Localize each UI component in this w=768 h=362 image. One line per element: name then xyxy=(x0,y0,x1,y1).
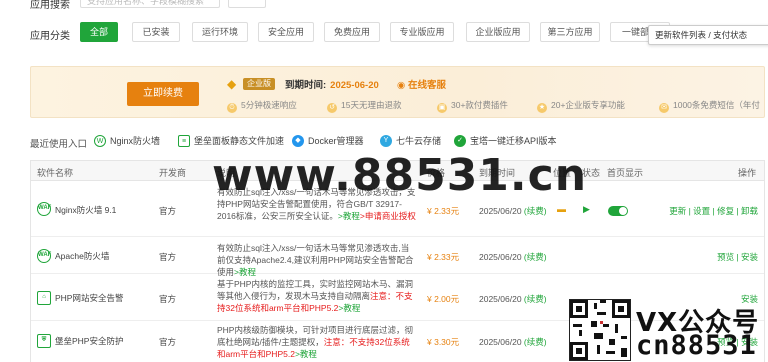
qr-code-graphic xyxy=(570,300,630,360)
clock-icon: ⏱ xyxy=(227,103,237,113)
recent-entries: 最近使用入口 W Nginx防火墙 ≡ 堡垒面板静态文件加速 ◆ Docker管理器 … xyxy=(30,132,765,150)
perk-item: ⏱ 5分钟极速响应 xyxy=(227,99,297,113)
search-label: 应用搜索 xyxy=(30,0,70,11)
search-input[interactable]: 支持应用名称、字段模糊搜索 xyxy=(80,0,220,8)
house-alert-icon: ⌂ xyxy=(37,291,51,305)
headset-icon: ◉ xyxy=(397,80,408,91)
update-list-tooltip[interactable]: 更新软件列表 / 支付状态 xyxy=(648,25,768,45)
app-store-page: 应用搜索 支持应用名称、字段模糊搜索 应用分类 全部 已安装 运行环境 安全应用… xyxy=(0,0,768,362)
row-actions[interactable]: 更新 | 设置 | 修复 | 卸载 xyxy=(669,205,758,217)
expire-info: 到期时间: 2025-06-20 xyxy=(285,77,379,91)
category-all[interactable]: 全部 xyxy=(80,22,118,42)
tutorial-link[interactable]: >教程 xyxy=(338,303,360,313)
license-link[interactable]: >申请商业授权 xyxy=(360,211,416,221)
watermark-cn: cn88531 xyxy=(636,330,757,361)
category-label: 应用分类 xyxy=(30,31,70,42)
play-icon[interactable]: ▶ xyxy=(583,204,590,215)
category-free[interactable]: 免费应用 xyxy=(324,22,380,42)
app-expire: 2025/06/20 (续费) xyxy=(479,206,547,216)
perk-list: ⏱ 5分钟极速响应 ↺ 15天无理由退款 ▣ 30+款付费插件 ★ 20+企业版专享功能… xyxy=(227,99,767,113)
watermark-site: www.88531.cn xyxy=(212,150,588,201)
recent-label: 最近使用入口 xyxy=(30,139,88,150)
col-developer: 开发商 xyxy=(159,168,187,178)
category-security[interactable]: 安全应用 xyxy=(258,22,314,42)
app-developer: 官方 xyxy=(159,337,177,347)
col-ops: 操作 xyxy=(737,168,756,178)
app-price: ¥ 2.33元 xyxy=(427,252,460,262)
expire-label: 到期时间: xyxy=(285,80,327,91)
tutorial-link[interactable]: >教程 xyxy=(338,211,360,221)
app-price: ¥ 3.30元 xyxy=(427,337,460,347)
renew-button[interactable]: 立即续费 xyxy=(127,82,199,106)
app-desc: PHP内核级防御模块，可针对项目进行底层过滤，彻底杜绝网站/插件/主题提权，注意… xyxy=(217,325,413,359)
app-price: ¥ 2.00元 xyxy=(427,294,460,304)
file-icon: ≡ xyxy=(178,134,190,147)
app-developer: 官方 xyxy=(159,252,177,262)
star-icon: ★ xyxy=(537,103,547,113)
online-service-link[interactable]: ◉ 在线客服 xyxy=(397,77,446,91)
category-installed[interactable]: 已安装 xyxy=(132,22,180,42)
renew-link[interactable]: (续费) xyxy=(524,337,547,347)
app-expire: 2025/06/20 (续费) xyxy=(479,252,547,262)
diamond-icon: ◆ xyxy=(227,77,237,91)
vip-badge: ◆ 企业版 xyxy=(227,77,275,91)
recent-item-qiniu[interactable]: Y 七牛云存储 xyxy=(380,134,441,147)
app-developer: 官方 xyxy=(159,206,177,216)
refund-icon: ↺ xyxy=(327,103,337,113)
perk-item: ▣ 30+款付费插件 xyxy=(437,100,508,113)
category-runtime[interactable]: 运行环境 xyxy=(192,22,248,42)
category-third-party[interactable]: 第三方应用 xyxy=(540,22,600,42)
perk-item: ★ 20+企业版专享功能 xyxy=(537,100,625,113)
recent-item-migrate[interactable]: ✓ 宝塔一键迁移API版本 xyxy=(454,134,557,147)
shield-icon: ⛨ xyxy=(37,334,51,348)
expire-date: 2025-06-20 xyxy=(330,80,379,91)
recent-item-nginx-waf[interactable]: W Nginx防火墙 xyxy=(94,134,160,147)
renew-link[interactable]: (续费) xyxy=(524,206,547,216)
app-expire: 2025/06/20 (续费) xyxy=(479,294,547,304)
tutorial-link[interactable]: >教程 xyxy=(295,349,317,359)
qr-code-image xyxy=(569,299,631,361)
online-service-label: 在线客服 xyxy=(407,80,446,91)
col-home: 首页显示 xyxy=(607,168,644,178)
waf-icon: WAF xyxy=(37,202,51,216)
waf-icon: WAF xyxy=(37,249,51,263)
category-enterprise[interactable]: 企业版应用 xyxy=(466,22,530,42)
perk-item: ✉ 1000条免费短信（年付 xyxy=(659,99,760,113)
vip-banner: 立即续费 ◆ 企业版 到期时间: 2025-06-20 ◉ 在线客服 ⏱ 5分钟极速… xyxy=(30,66,765,118)
folder-icon[interactable]: ▬ xyxy=(557,204,566,214)
renew-link[interactable]: (续费) xyxy=(524,252,547,262)
app-expire: 2025/06/20 (续费) xyxy=(479,337,547,347)
app-name[interactable]: PHP网站安全告警 xyxy=(55,292,123,304)
app-desc: 有效防止sql注入/xss/一句话木马等常见渗透攻击,当前仅支持Apache2.… xyxy=(217,243,414,277)
search-row: 应用搜索 支持应用名称、字段模糊搜索 xyxy=(0,0,768,14)
recent-item-docker[interactable]: ◆ Docker管理器 xyxy=(292,134,364,147)
sms-icon: ✉ xyxy=(659,103,669,113)
table-row: WAF Apache防火墙 官方 有效防止sql注入/xss/一句话木马等常见渗… xyxy=(31,238,764,277)
recent-item-static-accel[interactable]: ≡ 堡垒面板静态文件加速 xyxy=(178,134,284,147)
app-name[interactable]: Nginx防火墙 9.1 xyxy=(55,204,116,216)
perk-item: ↺ 15天无理由退款 xyxy=(327,99,401,113)
category-pro[interactable]: 专业版应用 xyxy=(390,22,454,42)
vip-tag: 企业版 xyxy=(243,78,275,90)
app-desc: 基于PHP内核的监控工具，实时监控网站木马、漏洞等其他入侵行为，发现木马支持自动… xyxy=(217,279,413,313)
app-name[interactable]: 堡垒PHP安全防护 xyxy=(55,335,123,347)
check-icon: ✓ xyxy=(454,134,466,147)
plugin-icon: ▣ xyxy=(437,103,447,113)
renew-link[interactable]: (续费) xyxy=(524,294,547,304)
qiniu-icon: Y xyxy=(380,134,392,147)
col-name: 软件名称 xyxy=(37,168,74,178)
home-display-toggle[interactable] xyxy=(608,206,628,216)
app-name[interactable]: Apache防火墙 xyxy=(55,250,109,262)
waf-icon: W xyxy=(94,134,106,147)
row-actions[interactable]: 预览 | 安装 xyxy=(717,251,758,263)
app-price: ¥ 2.33元 xyxy=(427,206,460,216)
app-developer: 官方 xyxy=(159,294,177,304)
docker-icon: ◆ xyxy=(292,134,304,147)
search-button[interactable] xyxy=(228,0,266,8)
